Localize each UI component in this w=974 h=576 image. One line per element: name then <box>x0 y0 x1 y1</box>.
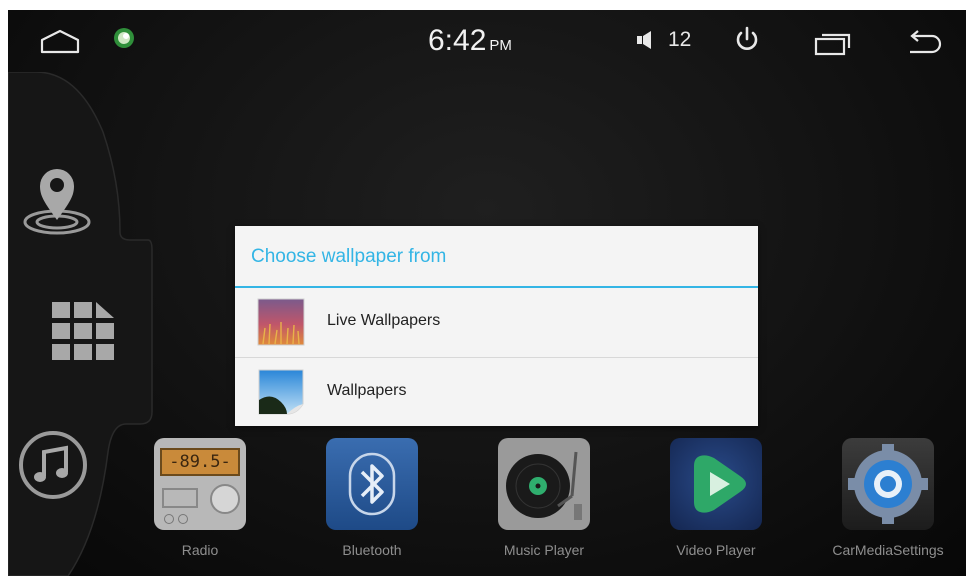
music-icon[interactable] <box>16 428 90 502</box>
option-wallpapers-label: Wallpapers <box>327 382 407 399</box>
back-icon[interactable] <box>904 30 944 54</box>
recents-icon[interactable] <box>814 32 852 56</box>
turntable-glyph <box>506 451 582 520</box>
dock-label-carmediasettings: CarMediaSettings <box>832 542 944 558</box>
live-wallpapers-icon <box>257 298 305 346</box>
dock-label-radio: Radio <box>181 542 219 558</box>
option-wallpapers[interactable]: Wallpapers <box>235 358 758 426</box>
volume-level: 12 <box>668 28 692 51</box>
dock-label-music-player: Music Player <box>503 542 585 558</box>
app-grid-icon[interactable] <box>52 302 116 362</box>
clock-ampm: PM <box>489 37 512 54</box>
turntable-icon <box>498 438 590 530</box>
clock-time: 6:42 <box>428 24 487 57</box>
option-live-wallpapers[interactable]: Live Wallpapers <box>235 288 758 356</box>
status-bar: 6:42 PM 12 <box>8 10 966 72</box>
play-icon <box>670 438 762 530</box>
clock: 6:42 PM <box>428 24 512 58</box>
gear-glyph <box>848 444 928 524</box>
volume-indicator[interactable]: 12 <box>636 28 691 52</box>
dock-label-video-player: Video Player <box>676 542 756 558</box>
dock-item-video-player[interactable]: Video Player <box>651 438 781 576</box>
bluetooth-icon <box>326 438 418 530</box>
option-live-wallpapers-label: Live Wallpapers <box>327 312 441 329</box>
dock-item-bluetooth[interactable]: Bluetooth <box>307 438 437 576</box>
home-screen: 6:42 PM 12 -89.5- Radio Bluetooth Music … <box>8 10 966 576</box>
play-glyph <box>694 455 746 513</box>
navigation-icon[interactable] <box>22 158 92 238</box>
app-badge-icon[interactable] <box>112 26 136 50</box>
power-icon[interactable] <box>734 26 760 54</box>
dock-label-bluetooth: Bluetooth <box>342 542 402 558</box>
gear-icon <box>842 438 934 530</box>
dock-item-carmediasettings[interactable]: CarMediaSettings <box>823 438 953 576</box>
radio-icon: -89.5- <box>154 438 246 530</box>
dialog-title: Choose wallpaper from <box>251 246 447 267</box>
dock-item-music-player[interactable]: Music Player <box>479 438 609 576</box>
bluetooth-glyph <box>348 452 396 516</box>
wallpapers-icon <box>258 369 304 415</box>
home-icon[interactable] <box>38 28 82 54</box>
volume-icon <box>637 31 651 49</box>
choose-wallpaper-dialog: Choose wallpaper from Live Wallpapers Wa… <box>235 226 758 426</box>
dock-item-radio[interactable]: -89.5- Radio <box>135 438 265 576</box>
radio-display: -89.5- <box>160 448 240 476</box>
